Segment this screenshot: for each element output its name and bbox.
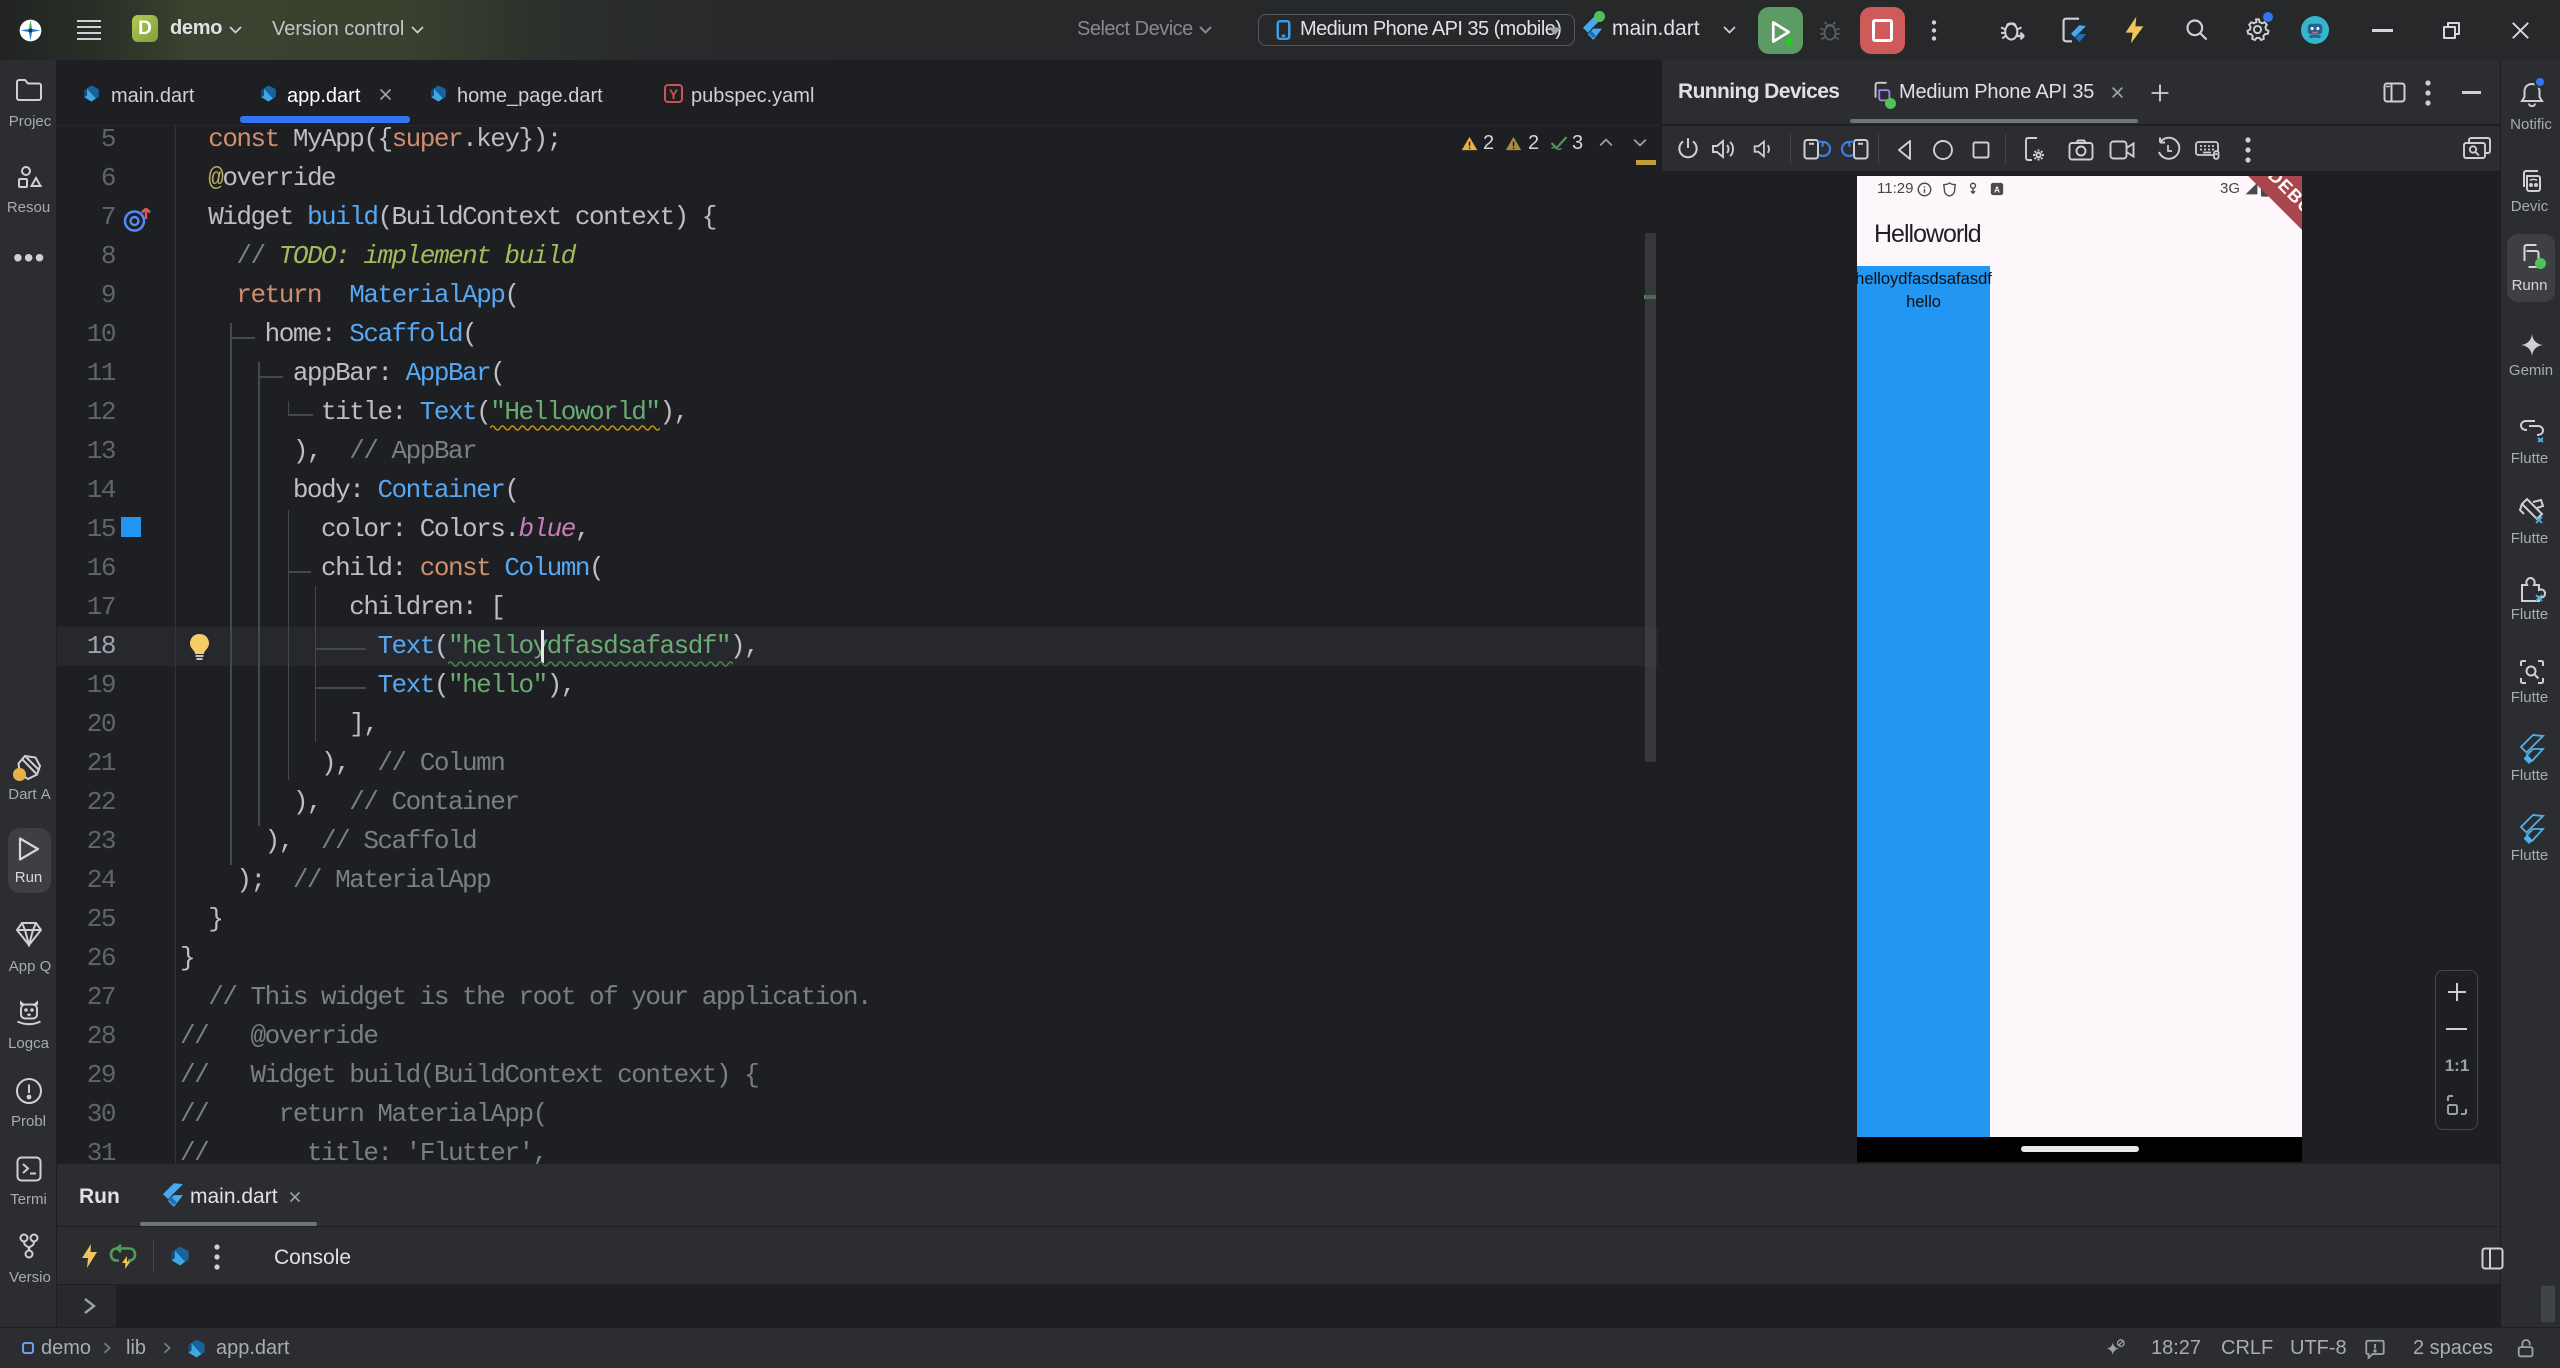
svg-text:A: A [1994, 185, 2000, 194]
